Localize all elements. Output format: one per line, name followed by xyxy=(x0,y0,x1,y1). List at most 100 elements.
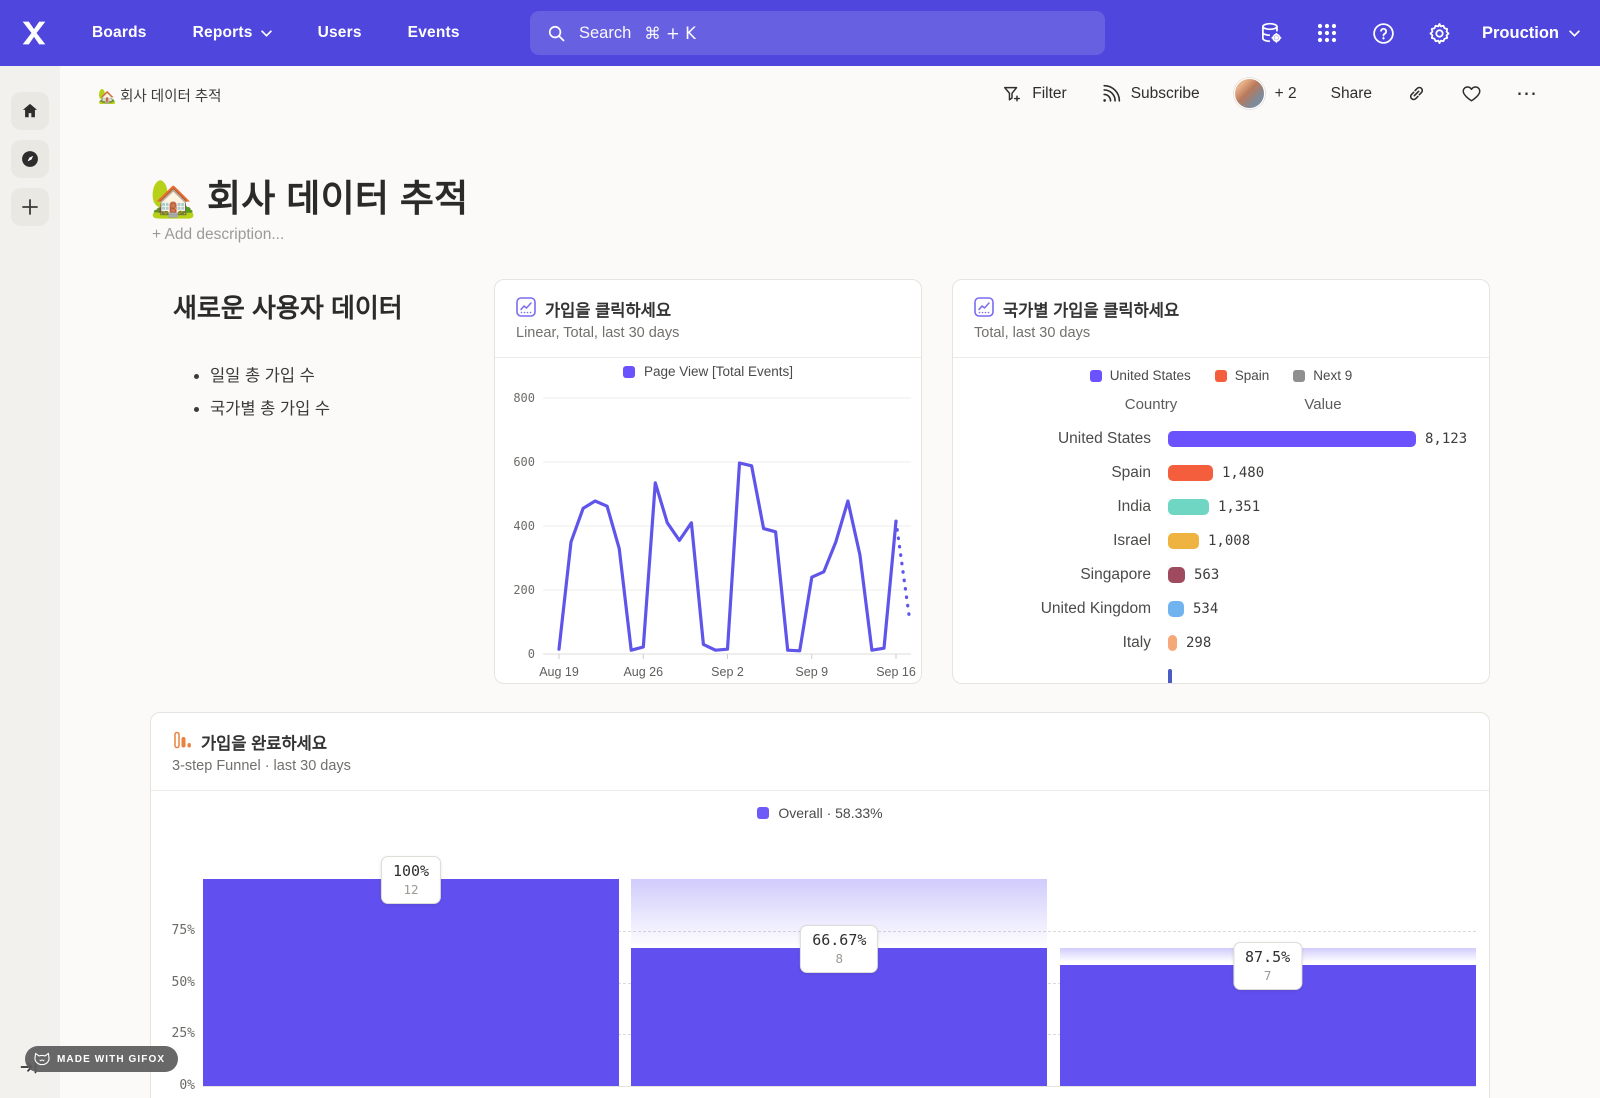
nav-item-reports[interactable]: Reports xyxy=(193,24,272,42)
settings-gear-icon[interactable] xyxy=(1426,20,1452,46)
nav-item-events[interactable]: Events xyxy=(408,24,460,42)
country-label: Spain xyxy=(953,464,1151,482)
countries-card-icon xyxy=(974,297,994,317)
favorite-button[interactable] xyxy=(1461,83,1482,104)
home-icon xyxy=(20,101,40,121)
rss-icon xyxy=(1101,84,1121,104)
value-bar xyxy=(1168,567,1185,583)
legend-swatch xyxy=(623,366,635,378)
svg-text:Sep 16: Sep 16 xyxy=(876,665,916,679)
legend-label: Spain xyxy=(1235,368,1270,383)
funnel-plot[interactable]: 0%25%50%75%100%1266.67%887.5%7 xyxy=(151,713,1489,1098)
filter-label: Filter xyxy=(1032,85,1066,103)
y-axis-label: 50% xyxy=(155,975,195,990)
legend-swatch xyxy=(1293,370,1305,382)
line-card-title[interactable]: 가입을 클릭하세요 xyxy=(545,297,671,321)
board-header-row: 🏡 회사 데이터 추적 Filter Subscribe + 2 Sh xyxy=(60,66,1600,124)
search-shortcut: ⌘ + K xyxy=(644,24,696,43)
svg-text:Aug 26: Aug 26 xyxy=(623,665,663,679)
link-icon xyxy=(1406,83,1427,104)
svg-text:Aug 19: Aug 19 xyxy=(539,665,579,679)
breadcrumb[interactable]: 🏡 회사 데이터 추적 xyxy=(98,85,222,106)
subscribe-button[interactable]: Subscribe xyxy=(1101,84,1200,104)
legend-swatch xyxy=(1215,370,1227,382)
countries-legend: United States Spain Next 9 xyxy=(953,368,1489,383)
svg-text:Sep 2: Sep 2 xyxy=(711,665,744,679)
countries-table: United States8,123 Spain 1,480 India 1,351 Is… xyxy=(953,422,1489,684)
table-row[interactable]: United Kingdom534 xyxy=(953,592,1489,626)
legend-label: United States xyxy=(1110,368,1191,383)
more-options-button[interactable]: ⋯ xyxy=(1516,81,1538,106)
copy-link-button[interactable] xyxy=(1406,83,1427,104)
workspace-name: Prouction xyxy=(1482,24,1559,43)
value-bar xyxy=(1168,431,1416,447)
funnel-chart-card: 가입을 완료하세요 3-step Funnel · last 30 days O… xyxy=(150,712,1490,1098)
countries-chart-card: 국가별 가입을 클릭하세요 Total, last 30 days United… xyxy=(952,279,1490,684)
subscribe-label: Subscribe xyxy=(1131,85,1200,103)
line-chart-svg[interactable]: 0200400600800Aug 19Aug 26Sep 2Sep 9Sep 1… xyxy=(497,382,919,680)
app-window: Boards Reports Users Events Search ⌘ + K xyxy=(0,0,1600,1098)
funnel-value-badge: 87.5%7 xyxy=(1233,942,1302,990)
share-button[interactable]: Share xyxy=(1331,85,1372,103)
chevron-down-icon xyxy=(261,30,272,37)
y-axis-label: 25% xyxy=(155,1026,195,1041)
avatar xyxy=(1234,78,1265,109)
svg-text:400: 400 xyxy=(513,519,535,533)
filter-button[interactable]: Filter xyxy=(1002,84,1066,104)
nav-label: Boards xyxy=(92,24,147,42)
mixpanel-logo-icon[interactable] xyxy=(18,17,50,49)
create-new-button[interactable] xyxy=(11,188,49,226)
nav-label: Users xyxy=(318,24,362,42)
legend-item[interactable]: Next 9 xyxy=(1293,368,1352,383)
value-text: 1,480 xyxy=(1222,465,1264,481)
apps-grid-icon[interactable] xyxy=(1314,20,1340,46)
value-bar xyxy=(1168,465,1213,481)
svg-text:800: 800 xyxy=(513,391,535,405)
svg-text:600: 600 xyxy=(513,455,535,469)
plus-icon xyxy=(21,198,39,216)
home-nav-button[interactable] xyxy=(11,92,49,130)
discover-nav-button[interactable] xyxy=(11,140,49,178)
legend-swatch xyxy=(1090,370,1102,382)
table-row[interactable]: Italy298 xyxy=(953,626,1489,660)
conversion-pct: 87.5% xyxy=(1245,948,1290,966)
country-label: Italy xyxy=(953,634,1151,652)
country-label: India xyxy=(953,498,1151,516)
svg-text:Sep 9: Sep 9 xyxy=(795,665,828,679)
column-header-country: Country xyxy=(1071,396,1231,413)
legend-label: Page View [Total Events] xyxy=(644,364,793,379)
table-row[interactable]: Israel1,008 xyxy=(953,524,1489,558)
countries-card-subtitle: Total, last 30 days xyxy=(974,325,1090,341)
baseline xyxy=(203,1086,1476,1087)
add-description-button[interactable]: + Add description... xyxy=(152,226,284,244)
value-text: 563 xyxy=(1194,567,1219,583)
table-row[interactable]: Spain 1,480 xyxy=(953,456,1489,490)
value-text: 1,351 xyxy=(1218,499,1260,515)
table-row[interactable]: India 1,351 xyxy=(953,490,1489,524)
search-input[interactable]: Search ⌘ + K xyxy=(530,11,1105,55)
line-chart-card: 가입을 클릭하세요 Linear, Total, last 30 days Pa… xyxy=(494,279,922,684)
help-icon[interactable] xyxy=(1370,20,1396,46)
nav-item-users[interactable]: Users xyxy=(318,24,362,42)
table-row-partial xyxy=(953,660,1489,684)
top-bar: Boards Reports Users Events Search ⌘ + K xyxy=(0,0,1600,66)
fox-icon xyxy=(34,1052,50,1066)
divider xyxy=(495,357,921,358)
gifox-watermark: MADE WITH GIFOX xyxy=(25,1046,178,1072)
workspace-switcher[interactable]: Prouction xyxy=(1482,24,1580,43)
svg-text:0: 0 xyxy=(528,647,535,661)
table-row[interactable]: United States8,123 xyxy=(953,422,1489,456)
legend-item[interactable]: Spain xyxy=(1215,368,1270,383)
countries-card-title[interactable]: 국가별 가입을 클릭하세요 xyxy=(1003,297,1179,321)
nav-item-boards[interactable]: Boards xyxy=(92,24,147,42)
data-management-icon[interactable] xyxy=(1258,20,1284,46)
value-bar xyxy=(1168,635,1177,651)
table-row[interactable]: Singapore563 xyxy=(953,558,1489,592)
bullet-item: 일일 총 가입 수 xyxy=(210,362,330,386)
funnel-bar[interactable] xyxy=(203,879,619,1086)
page-title-emoji: 🏡 xyxy=(150,178,196,219)
collaborators[interactable]: + 2 xyxy=(1234,78,1297,109)
legend-item[interactable]: United States xyxy=(1090,368,1191,383)
text-card-bullets: 일일 총 가입 수국가별 총 가입 수 xyxy=(170,353,330,419)
value-text: 8,123 xyxy=(1425,431,1467,447)
